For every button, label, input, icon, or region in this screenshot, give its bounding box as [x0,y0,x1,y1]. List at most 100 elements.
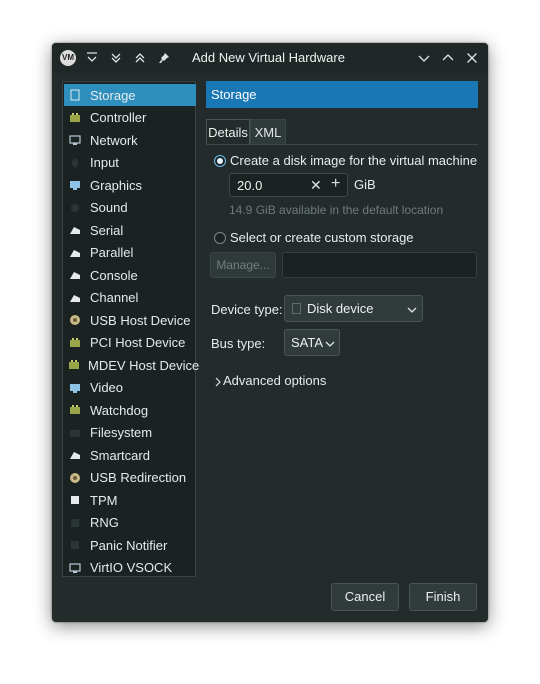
storage-path-input[interactable] [282,252,477,278]
advanced-options-expander[interactable]: Advanced options [223,373,326,388]
create-disk-radio[interactable] [214,155,226,167]
sidebar-item-label: Filesystem [90,425,153,440]
sound-icon [68,201,82,215]
chevron-right-icon[interactable] [214,375,222,390]
sidebar-item-label: Smartcard [90,447,150,463]
sidebar-item-sound[interactable]: Sound [64,197,196,219]
page-title: Storage [206,81,478,108]
disk-size-spinbox[interactable]: 20.0 ✕ + [229,173,348,197]
disk-icon [68,88,82,102]
sidebar-item-label: USB Redirection [90,470,187,485]
close-icon[interactable] [462,47,482,69]
sidebar-item-label: Input [90,155,119,170]
network-icon [68,133,82,147]
usb-icon [68,313,82,327]
input-icon [68,156,82,170]
sidebar-item-label: RNG [90,515,119,530]
sidebar-item-parallel[interactable]: Parallel [64,242,196,264]
tab-details[interactable]: Details [206,119,250,145]
manage-button[interactable]: Manage... [210,252,276,278]
sidebar-item-label: Graphics [90,177,143,193]
device-type-label: Device type: [211,302,283,317]
sidebar-item-tpm[interactable]: TPM [64,489,196,511]
usb-redirection-icon [68,471,82,485]
console-icon [68,268,82,282]
sidebar-item-label: Storage [90,87,136,103]
hardware-list: Storage Controller Network Input Graphic… [62,81,200,579]
device-type-select[interactable]: Disk device [284,295,423,322]
sidebar-item-rng[interactable]: RNG [64,512,196,534]
minimize-icon[interactable] [414,47,434,69]
sidebar-item-panic-notifier[interactable]: Panic Notifier [64,534,196,556]
disk-icon [292,303,301,314]
sidebar-item-graphics[interactable]: Graphics [64,174,196,196]
serial-icon [68,223,82,237]
disk-size-value[interactable]: 20.0 [237,178,262,193]
channel-icon [68,291,82,305]
sidebar-item-label: Watchdog [90,402,149,418]
sidebar-item-channel[interactable]: Channel [64,287,196,309]
chevron-down-icon [407,303,417,318]
smartcard-icon [68,448,82,462]
sidebar-item-storage[interactable]: Storage [64,84,196,106]
sidebar-item-label: Console [90,267,138,283]
mdev-icon [68,358,80,372]
sidebar-item-usb-redirection[interactable]: USB Redirection [64,467,196,489]
tab-xml[interactable]: XML [250,119,286,145]
bus-type-label: Bus type: [211,336,266,351]
keep-below-icon[interactable] [82,47,102,69]
sidebar-item-label: TPM [90,492,118,508]
watchdog-icon [68,403,82,417]
sidebar-item-filesystem[interactable]: Filesystem [64,422,196,444]
available-space-hint: 14.9 GiB available in the default locati… [229,203,444,217]
bus-type-value: SATA [291,335,324,350]
sidebar-item-input[interactable]: Input [64,152,196,174]
pci-icon [68,336,82,350]
sidebar-item-network[interactable]: Network [64,129,196,151]
sidebar-item-usb-host-device[interactable]: USB Host Device [64,309,196,331]
folder-icon [68,426,82,440]
sidebar-item-virtio-vsock[interactable]: VirtIO VSOCK [64,557,196,579]
clear-icon[interactable]: ✕ [310,177,322,194]
size-unit: GiB [354,177,376,192]
bus-type-select[interactable]: SATA [284,329,340,356]
sidebar-item-label: Channel [90,290,139,305]
increment-icon[interactable]: + [331,175,340,193]
sidebar-item-watchdog[interactable]: Watchdog [64,399,196,421]
sidebar-item-label: Controller [90,110,147,125]
window-title: Add New Virtual Hardware [192,50,345,65]
keep-above-icon[interactable] [130,47,150,69]
sidebar-item-mdev-host-device[interactable]: MDEV Host Device [64,354,200,376]
vm-icon: VM [60,50,76,66]
custom-storage-radio[interactable] [214,232,226,244]
monitor-icon [68,178,82,192]
sidebar-item-controller[interactable]: Controller [64,107,196,129]
custom-storage-label[interactable]: Select or create custom storage [230,230,414,245]
sidebar-item-video[interactable]: Video [64,377,196,399]
sidebar-item-label: MDEV Host Device [88,357,200,373]
tab-divider [206,144,478,145]
video-icon [68,381,82,395]
finish-button[interactable]: Finish [409,583,477,611]
sidebar-item-label: Sound [90,200,128,215]
shade-down-icon[interactable] [106,47,126,69]
sidebar-item-console[interactable]: Console [64,264,196,286]
sidebar-item-label: PCI Host Device [90,335,186,350]
sidebar-item-label: Parallel [90,245,134,260]
sidebar-item-label: Video [90,380,124,395]
chip-icon [68,111,82,125]
create-disk-label[interactable]: Create a disk image for the virtual mach… [230,153,477,168]
cancel-button[interactable]: Cancel [331,583,399,611]
sidebar-item-label: VirtIO VSOCK [90,560,173,575]
sidebar-item-serial[interactable]: Serial [64,219,196,241]
title-bar: VM Add New Virtual Hardware [52,43,488,73]
chevron-down-icon [325,337,335,352]
sidebar-item-label: Serial [90,222,124,238]
maximize-icon[interactable] [438,47,458,69]
sidebar-item-smartcard[interactable]: Smartcard [64,444,196,466]
rng-icon [68,516,82,530]
pin-icon[interactable] [154,47,174,69]
sidebar-item-pci-host-device[interactable]: PCI Host Device [64,332,196,354]
sidebar-item-label: USB Host Device [90,312,191,328]
device-type-value: Disk device [307,301,374,316]
